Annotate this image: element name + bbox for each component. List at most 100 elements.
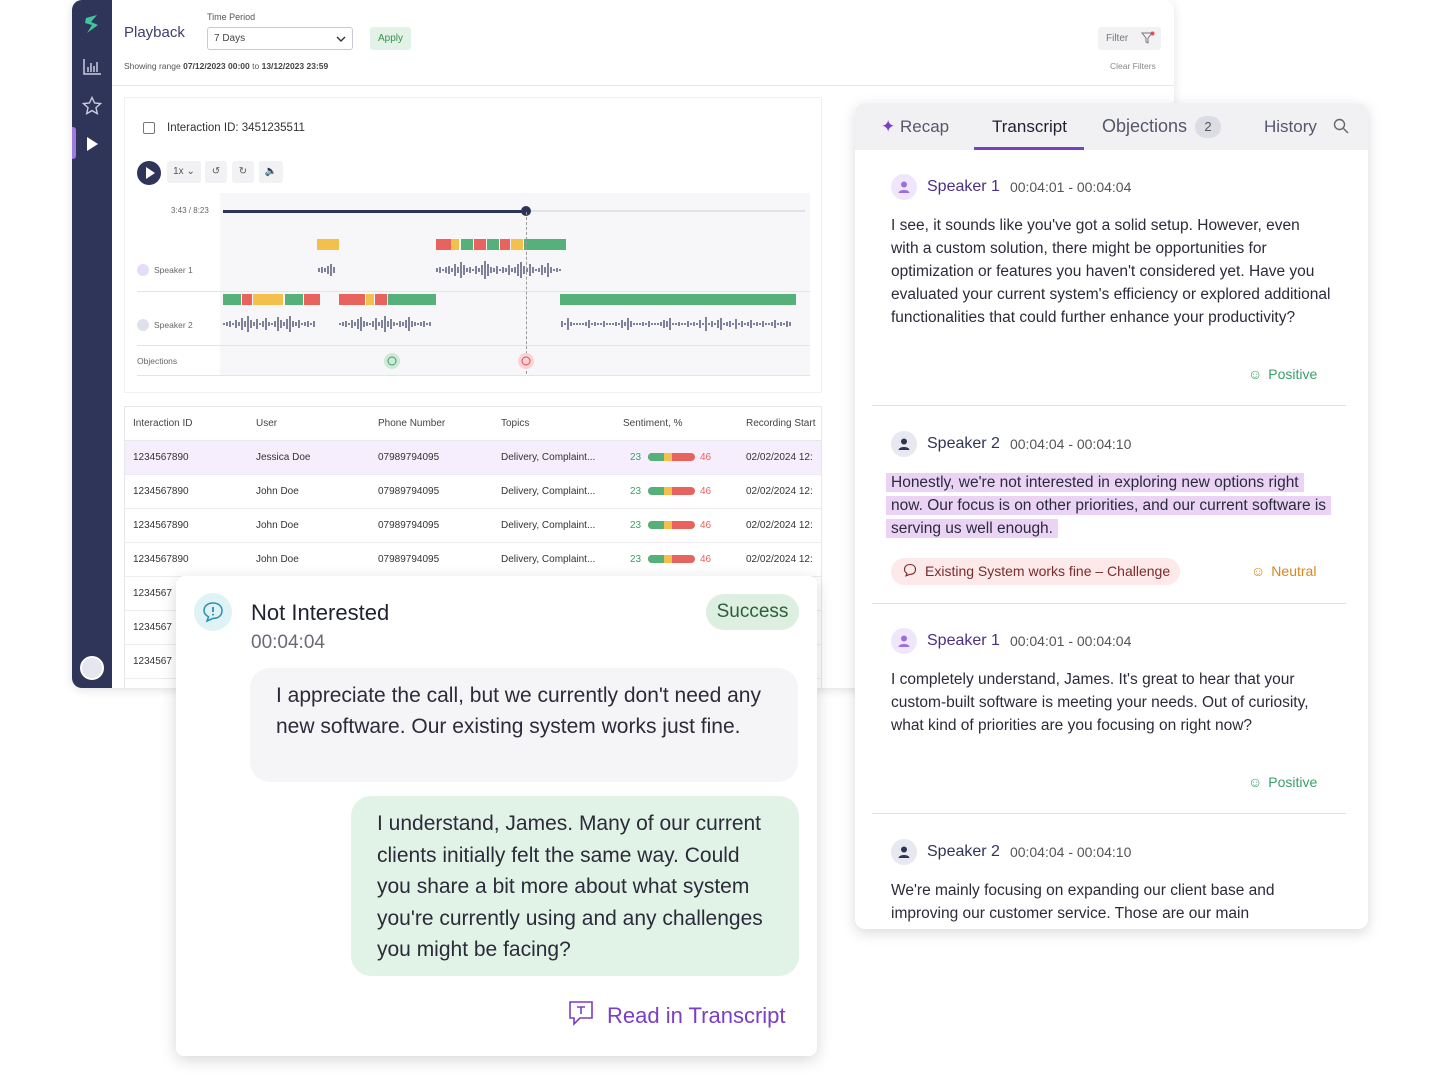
customer-message-bubble: I appreciate the call, but we currently … [250,668,798,782]
avatar[interactable] [80,656,104,680]
apply-button[interactable]: Apply [370,27,411,50]
volume-icon[interactable]: 🔈 [259,161,283,183]
sentiment-negative-value: 46 [700,486,712,497]
rewind-icon[interactable]: ↺ [205,161,227,183]
sentiment-segment [285,294,303,305]
message-header: Speaker 1 00:04:01 - 00:04:04 [891,174,1131,200]
waveform-area [220,193,810,376]
clear-filters-link[interactable]: Clear Filters [1110,61,1156,71]
sentiment-negative-value: 46 [700,554,712,565]
sentiment-tag: ☺ Positive [1248,774,1317,790]
column-header[interactable]: Sentiment, % [623,418,682,429]
chart-icon[interactable] [80,55,104,79]
objection-marker-icon[interactable] [518,353,534,369]
comment-icon [903,563,917,580]
forward-icon[interactable]: ↻ [232,161,254,183]
message-text: I completely understand, James. It's gre… [891,671,1309,734]
recording-start-cell: 02/02/2024 12: [746,554,813,565]
objection-marker-icon[interactable] [384,353,400,369]
range-start: 07/12/2023 00:00 [183,61,250,71]
column-header[interactable]: Phone Number [378,418,445,429]
alert-comment-icon [194,593,232,631]
sentiment-segment [339,294,365,305]
interaction-id-cell: 1234567 [133,588,172,599]
speed-select[interactable]: 1x ⌄ [167,161,201,183]
message-divider [872,405,1346,406]
sentiment-bar [648,453,695,461]
objection-chip[interactable]: Existing System works fine – Challenge [891,558,1181,585]
speaker-1-label: Speaker 1 [137,264,193,276]
column-header[interactable]: User [256,418,277,429]
table-header: Interaction ID User Phone Number Topics … [125,407,821,441]
status-badge: Success [706,594,799,630]
message-time: 00:04:01 - 00:04:04 [1009,633,1132,649]
objection-card: Not Interested 00:04:04 Success I apprec… [176,576,817,1056]
tab-transcript[interactable]: Transcript [992,117,1067,137]
track-divider [137,375,810,376]
filter-button[interactable]: Filter [1098,27,1161,50]
column-header[interactable]: Interaction ID [133,418,192,429]
time-period-label: Time Period [207,12,256,22]
message-header: Speaker 2 00:04:04 - 00:04:10 [891,431,1131,457]
sentiment-segment [524,239,566,250]
time-period-select[interactable]: 7 Days [207,27,353,50]
phone-cell: 07989794095 [378,554,440,565]
interaction-id: Interaction ID: 3451235511 [167,122,305,134]
tab-recap[interactable]: ✦ Recap [881,117,949,137]
interaction-id-cell: 1234567 [133,656,172,667]
sentiment-label: Positive [1268,366,1318,382]
search-icon[interactable] [1333,118,1349,139]
tab-objections[interactable]: Objections 2 [1102,116,1222,138]
sentiment-positive-value: 23 [630,452,642,463]
topics-cell: Delivery, Complaint... [501,554,596,565]
recording-start-cell: 02/02/2024 12: [746,486,813,497]
table-row[interactable]: 1234567890 Jessica Doe 07989794095 Delivery… [125,441,821,475]
sentiment-positive-value: 23 [630,554,642,565]
read-in-transcript-label: Read in Transcript [607,1003,786,1028]
column-header[interactable]: Recording Start [746,418,815,429]
speaker-avatar-icon [891,174,917,200]
table-row[interactable]: 1234567890 John Doe 07989794095 Delivery, C… [125,475,821,509]
sentiment-segment [500,239,510,250]
sentiment-segment [451,239,459,250]
sentiment-segment [461,239,473,250]
sentiment-label: Neutral [1271,563,1317,579]
sparkle-icon: ✦ [881,117,896,136]
smile-icon: ☺ [1248,366,1263,382]
star-icon[interactable] [80,94,104,118]
sentiment-label: Positive [1268,774,1318,790]
range-to: to [252,61,260,71]
message-time: 00:04:04 - 00:04:10 [1009,436,1132,452]
speaker-1-icon [137,264,149,276]
objection-title: Not Interested [251,600,390,625]
interaction-id-cell: 1234567890 [133,554,189,565]
sentiment-segment [223,294,241,305]
tab-bar: ✦ Recap Transcript Objections 2 History [855,103,1368,150]
neutral-face-icon: ☺ [1251,563,1266,579]
sentiment-bar [648,521,695,529]
recording-start-cell: 02/02/2024 12: [746,452,813,463]
speaker-2-label: Speaker 2 [137,319,193,331]
play-button[interactable] [137,161,161,185]
interaction-id-cell: 1234567890 [133,520,189,531]
message-time: 00:04:04 - 00:04:10 [1009,844,1132,860]
table-row[interactable]: 1234567890 John Doe 07989794095 Delivery, C… [125,509,821,543]
sentiment-bar [648,487,695,495]
column-header[interactable]: Topics [501,418,529,429]
tab-recap-label: Recap [899,117,950,136]
play-icon[interactable] [80,132,104,156]
speaker-avatar-icon [891,628,917,654]
logo-icon[interactable] [80,12,104,36]
read-in-transcript-link[interactable]: Read in Transcript [567,999,786,1033]
tab-history[interactable]: History [1264,117,1317,137]
speaker-name: Speaker 2 [927,435,1000,452]
filter-label: Filter [1106,33,1129,44]
sentiment-tag: ☺ Positive [1248,366,1317,382]
message-text: We're mainly focusing on expanding our c… [891,882,1275,922]
objection-time: 00:04:04 [251,632,325,653]
interaction-id-cell: 1234567890 [133,452,189,463]
range-end: 13/12/2023 23:59 [261,61,329,71]
player-panel: Interaction ID: 3451235511 1x ⌄ ↺ ↻ 🔈 3:… [124,97,822,393]
table-row[interactable]: 1234567890 John Doe 07989794095 Delivery, C… [125,543,821,577]
range-prefix: Showing range [124,61,181,71]
